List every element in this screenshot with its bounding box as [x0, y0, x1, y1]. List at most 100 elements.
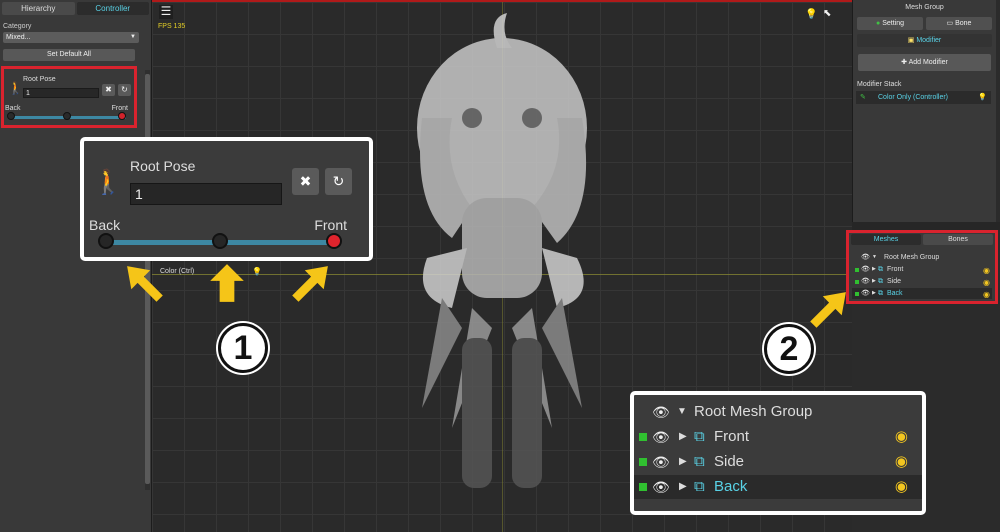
left-tabs: Hierarchy Controller	[0, 0, 151, 15]
root-group-label: Root Mesh Group	[884, 254, 940, 261]
modifier-button[interactable]: ▣ Modifier	[857, 34, 992, 47]
close-icon: ✖	[299, 173, 312, 189]
tab-hierarchy[interactable]: Hierarchy	[2, 2, 75, 15]
root-mesh-group-row[interactable]: 👁 ▼ Root Mesh Group	[852, 252, 992, 263]
chevron-down-icon: ▼	[130, 34, 136, 40]
step-marker-1: 1	[218, 323, 268, 373]
arrow-up-left-icon	[127, 266, 163, 302]
slider-knob-front[interactable]	[118, 112, 126, 120]
mesh-list-panel: Meshes Bones 👁 ▼ Root Mesh Group 👁 ▶ ⧉ F…	[846, 230, 998, 304]
expand-icon: ▶	[679, 456, 687, 467]
back-label: Back	[5, 105, 21, 112]
figure-icon: 🚶	[8, 81, 23, 95]
visible-square-icon	[855, 292, 859, 296]
bone-label: Bone	[955, 20, 972, 27]
eye-icon: 👁	[652, 454, 670, 470]
mesh-group-panel: Mesh Group ● Setting ▭ Bone ▣ Modifier ✚…	[852, 0, 996, 222]
zoom-row-side: 👁 ▶ ⧉ Side ◉	[634, 450, 922, 474]
expand-icon[interactable]: ▶	[872, 264, 876, 275]
slider-knob-back[interactable]	[7, 112, 15, 120]
mesh-icon: ⧉	[694, 453, 705, 470]
app-window: Hierarchy Controller Category Mixed... ▼…	[0, 0, 1000, 532]
bulb-icon[interactable]: 💡	[805, 9, 817, 20]
slider-knob-side[interactable]	[63, 112, 71, 120]
mesh-name: Side	[887, 278, 902, 285]
zoom-refresh-button: ↻	[325, 168, 352, 195]
tab-bones[interactable]: Bones	[923, 234, 993, 245]
zoom-root-row: 👁 ▼ Root Mesh Group	[634, 400, 922, 424]
eye-icon: 👁	[652, 429, 670, 445]
mesh-icon: ⧉	[878, 290, 883, 297]
mesh-icon: ⧉	[878, 266, 883, 273]
refresh-icon: ↻	[121, 85, 128, 94]
zoom-knob-back	[98, 233, 114, 249]
expand-icon: ▶	[679, 431, 687, 442]
zoom-mesh-name: Front	[714, 428, 750, 445]
modifier-badge-icon[interactable]: ◉	[983, 265, 990, 276]
zoom-front-label: Front	[314, 217, 347, 233]
modifier-badge-icon: ◉	[894, 428, 908, 445]
arrow-up-icon	[210, 264, 244, 302]
mesh-name: Front	[887, 266, 904, 273]
setting-label: Setting	[882, 20, 904, 27]
setting-button[interactable]: ● Setting	[857, 17, 923, 30]
zoom-mesh-name: Back	[714, 478, 748, 495]
bulb-icon: 💡	[252, 267, 262, 276]
expand-icon[interactable]: ▼	[872, 252, 877, 263]
bulb-icon[interactable]: 💡	[978, 91, 987, 104]
tab-meshes[interactable]: Meshes	[851, 234, 921, 245]
panel-divider	[852, 222, 1000, 230]
mesh-name: Back	[887, 290, 903, 297]
cursor-icon[interactable]: ⬉	[823, 8, 831, 19]
expand-icon: ▼	[677, 406, 687, 417]
bone-button[interactable]: ▭ Bone	[926, 17, 992, 30]
zoom-knob-side	[212, 233, 228, 249]
expand-icon[interactable]: ▶	[872, 288, 876, 299]
tab-controller[interactable]: Controller	[76, 2, 149, 15]
zoom-knob-front	[326, 233, 342, 249]
step-number: 1	[233, 329, 253, 367]
category-label: Category	[3, 23, 32, 30]
zoom-row-back: 👁 ▶ ⧉ Back ◉	[634, 475, 922, 499]
visible-square-icon	[639, 483, 647, 491]
zoom-pose-title: Root Pose	[130, 158, 196, 174]
eye-icon: 👁	[652, 479, 670, 495]
category-dropdown[interactable]: Mixed... ▼	[3, 32, 139, 43]
refresh-button[interactable]: ↻	[118, 84, 131, 96]
figure-icon: 🚶	[93, 169, 123, 196]
set-default-all-button[interactable]: Set Default All	[3, 49, 135, 61]
mesh-icon: ⧉	[694, 428, 705, 445]
modifier-badge-icon[interactable]: ◉	[983, 289, 990, 300]
pose-zoom-callout: 🚶 Root Pose 1 ✖ ↻ Back Front	[80, 137, 373, 261]
zoom-pose-input: 1	[130, 183, 282, 205]
mesh-row-back[interactable]: 👁 ▶ ⧉ Back ◉	[852, 288, 992, 299]
character-figure	[417, 13, 587, 488]
fps-counter: FPS 135	[158, 23, 186, 30]
modifier-stack-item[interactable]: ✎ Color Only (Controller) 💡	[856, 91, 991, 104]
eye-icon[interactable]: 👁	[861, 252, 870, 263]
expand-icon[interactable]: ▶	[872, 276, 876, 287]
refresh-icon: ↻	[332, 173, 345, 189]
front-label: Front	[111, 105, 128, 112]
bone-icon: ▭	[946, 20, 956, 27]
modifier-badge-icon[interactable]: ◉	[983, 277, 990, 288]
stack-item-label: Color Only (Controller)	[878, 94, 949, 101]
zoom-back-label: Back	[89, 217, 121, 233]
pose-value-input[interactable]: 1	[23, 88, 99, 98]
mesh-row-front[interactable]: 👁 ▶ ⧉ Front ◉	[852, 264, 992, 275]
panel-title: Mesh Group	[905, 4, 944, 11]
menu-icon[interactable]: ☰	[159, 5, 173, 19]
mesh-icon: ⧉	[878, 278, 883, 285]
reset-x-button[interactable]: ✖	[102, 84, 115, 96]
zoom-reset-x-button: ✖	[292, 168, 319, 195]
arrow-up-right-icon	[810, 292, 846, 328]
add-modifier-button[interactable]: ✚ Add Modifier	[858, 54, 991, 71]
mesh-row-side[interactable]: 👁 ▶ ⧉ Side ◉	[852, 276, 992, 287]
mesh-zoom-callout: 👁 ▼ Root Mesh Group 👁 ▶ ⧉ Front ◉ 👁 ▶ ⧉ …	[630, 391, 926, 515]
eye-icon[interactable]: 👁	[861, 276, 870, 287]
modifier-badge-icon: ◉	[894, 478, 908, 495]
eye-icon[interactable]: 👁	[861, 288, 870, 299]
visible-square-icon	[639, 433, 647, 441]
visible-square-icon	[639, 458, 647, 466]
eye-icon[interactable]: 👁	[861, 264, 870, 275]
